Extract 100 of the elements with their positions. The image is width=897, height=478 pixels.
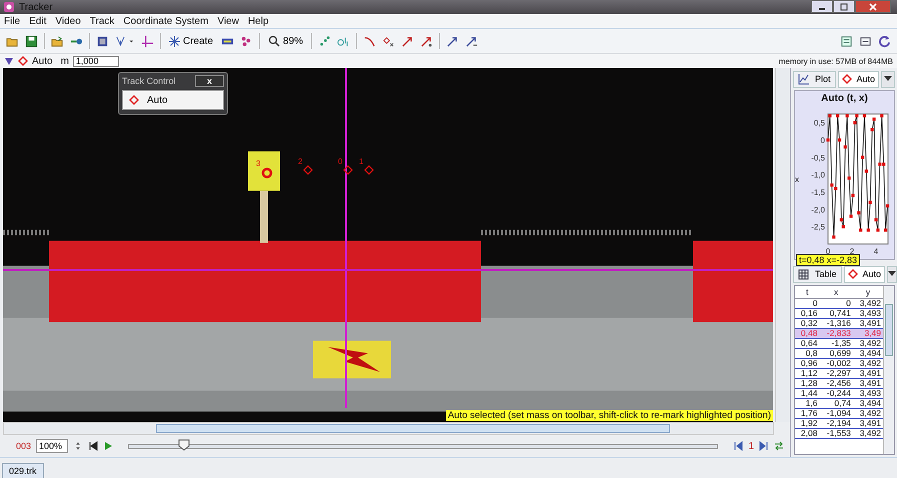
maximize-button[interactable] xyxy=(833,0,855,13)
minimize-button[interactable] xyxy=(811,0,833,13)
y-tick-label: -2,5 xyxy=(811,222,825,232)
y-tick-label: -1,0 xyxy=(811,170,825,180)
step-back-icon[interactable] xyxy=(733,441,744,451)
step-forward-icon[interactable] xyxy=(759,441,769,451)
data-point[interactable] xyxy=(860,156,864,159)
x-tick-label: 4 xyxy=(874,247,878,254)
marker-label: 2 xyxy=(298,157,302,166)
save-icon[interactable] xyxy=(25,34,38,48)
selected-marker-icon[interactable] xyxy=(261,167,273,179)
caret-icon xyxy=(884,76,892,82)
track-dropdown[interactable]: Auto xyxy=(838,70,880,88)
loop-icon[interactable] xyxy=(774,441,784,451)
zoom-field[interactable]: 100% xyxy=(36,439,68,453)
curve-icon[interactable] xyxy=(363,34,376,48)
x-tick-label: 2 xyxy=(850,247,854,254)
coordinate-axes-icon[interactable] xyxy=(141,34,154,48)
mass-label: m xyxy=(60,56,69,66)
data-point[interactable] xyxy=(844,145,847,149)
status-message: Auto selected (set mass on toolbar, shift-click to re-mark highlighted position) xyxy=(446,410,773,421)
menu-item[interactable]: Coordinate System xyxy=(123,16,208,26)
diamond-marker-icon[interactable] xyxy=(303,165,313,175)
film-icon[interactable] xyxy=(96,34,109,48)
track-dropdown[interactable]: Auto xyxy=(844,266,886,282)
zoom-button[interactable]: 89% xyxy=(266,35,306,47)
close-icon xyxy=(869,2,877,10)
data-point[interactable] xyxy=(872,118,876,121)
diamond-marker-icon xyxy=(842,74,852,84)
play-icon[interactable] xyxy=(103,441,114,451)
vertical-scrollbar[interactable] xyxy=(775,68,790,422)
data-point[interactable] xyxy=(834,186,838,190)
data-point[interactable] xyxy=(862,114,866,118)
data-point[interactable] xyxy=(874,218,878,222)
rewind-icon[interactable] xyxy=(88,441,98,451)
track-button[interactable]: Auto xyxy=(122,90,224,110)
diamond-marker-icon xyxy=(848,269,858,279)
y-tick-label: 0,5 xyxy=(814,118,825,128)
velocity-vector-icon[interactable] xyxy=(401,34,414,48)
marker-label: 3 xyxy=(256,159,260,168)
chart-title: Auto (t, x) xyxy=(821,93,868,104)
asterisk-icon xyxy=(169,36,180,46)
panel-title: Track Control xyxy=(122,76,176,86)
menu-item[interactable]: Edit xyxy=(29,16,46,26)
data-point[interactable] xyxy=(876,228,880,232)
data-point[interactable] xyxy=(851,194,855,198)
dropdown-button[interactable] xyxy=(881,70,896,88)
menu-item[interactable]: File xyxy=(4,16,20,26)
data-point[interactable] xyxy=(828,114,832,118)
marker-label: 0 xyxy=(338,157,342,166)
y-axis-label: x xyxy=(795,174,799,184)
column-header[interactable]: x xyxy=(819,286,853,298)
grid-icon xyxy=(798,268,809,280)
menu-item[interactable]: Track xyxy=(90,16,114,26)
panel-icon[interactable] xyxy=(859,34,872,48)
vertical-scrollbar[interactable] xyxy=(883,286,894,454)
vector-icon[interactable] xyxy=(465,34,478,48)
trail-icon[interactable] xyxy=(318,34,332,48)
magnifier-icon xyxy=(268,35,280,47)
column-header[interactable]: t xyxy=(795,286,820,298)
notes-icon[interactable] xyxy=(840,34,853,48)
horizontal-scrollbar[interactable] xyxy=(3,422,774,435)
diamond-marker-icon[interactable] xyxy=(364,165,374,175)
close-button[interactable]: x xyxy=(194,75,224,87)
data-point[interactable] xyxy=(830,183,834,187)
y-tick-label: -1,5 xyxy=(811,188,825,197)
position-marker-icon[interactable] xyxy=(382,34,396,48)
track-name[interactable]: Auto xyxy=(32,56,53,66)
data-point[interactable] xyxy=(840,218,844,222)
dropdown-button[interactable] xyxy=(887,266,897,282)
x-tick-label: 0 xyxy=(826,247,830,254)
plot-tab[interactable]: Plot xyxy=(793,70,836,88)
menu-item[interactable]: View xyxy=(217,16,239,26)
data-point[interactable] xyxy=(826,138,830,142)
acceleration-vector-icon[interactable] xyxy=(420,34,434,48)
menu-item[interactable]: Video xyxy=(55,16,81,26)
step-size[interactable]: 1 xyxy=(748,440,754,452)
create-button[interactable]: Create xyxy=(167,36,216,46)
readout-text: t=0,48 x=-2,83 xyxy=(796,254,860,266)
diamond-marker-icon[interactable] xyxy=(343,165,353,175)
y-tick-label: -0,5 xyxy=(811,153,825,162)
file-tab[interactable]: 029.trk xyxy=(2,463,44,478)
mass-field[interactable]: 1,000 xyxy=(72,56,119,66)
axes-dropdown-icon[interactable] xyxy=(115,34,135,48)
slider-thumb[interactable] xyxy=(178,439,190,451)
frame-number: 003 xyxy=(16,441,32,451)
diamond-marker-icon xyxy=(129,95,139,105)
data-point[interactable] xyxy=(838,138,842,142)
data-point[interactable] xyxy=(849,214,853,218)
refresh-icon[interactable] xyxy=(878,34,891,48)
vector-icon[interactable] xyxy=(446,34,460,48)
table-tab[interactable]: Table xyxy=(793,266,842,282)
frame-slider[interactable] xyxy=(128,439,718,453)
marker-label: 1 xyxy=(359,157,364,166)
y-tick-label: -2,0 xyxy=(811,205,825,214)
caret-icon xyxy=(888,271,896,277)
folder-icon[interactable] xyxy=(51,34,64,48)
menu-item[interactable]: Help xyxy=(248,16,269,26)
close-button[interactable] xyxy=(855,0,891,13)
dropdown-triangle-icon[interactable] xyxy=(4,56,14,66)
